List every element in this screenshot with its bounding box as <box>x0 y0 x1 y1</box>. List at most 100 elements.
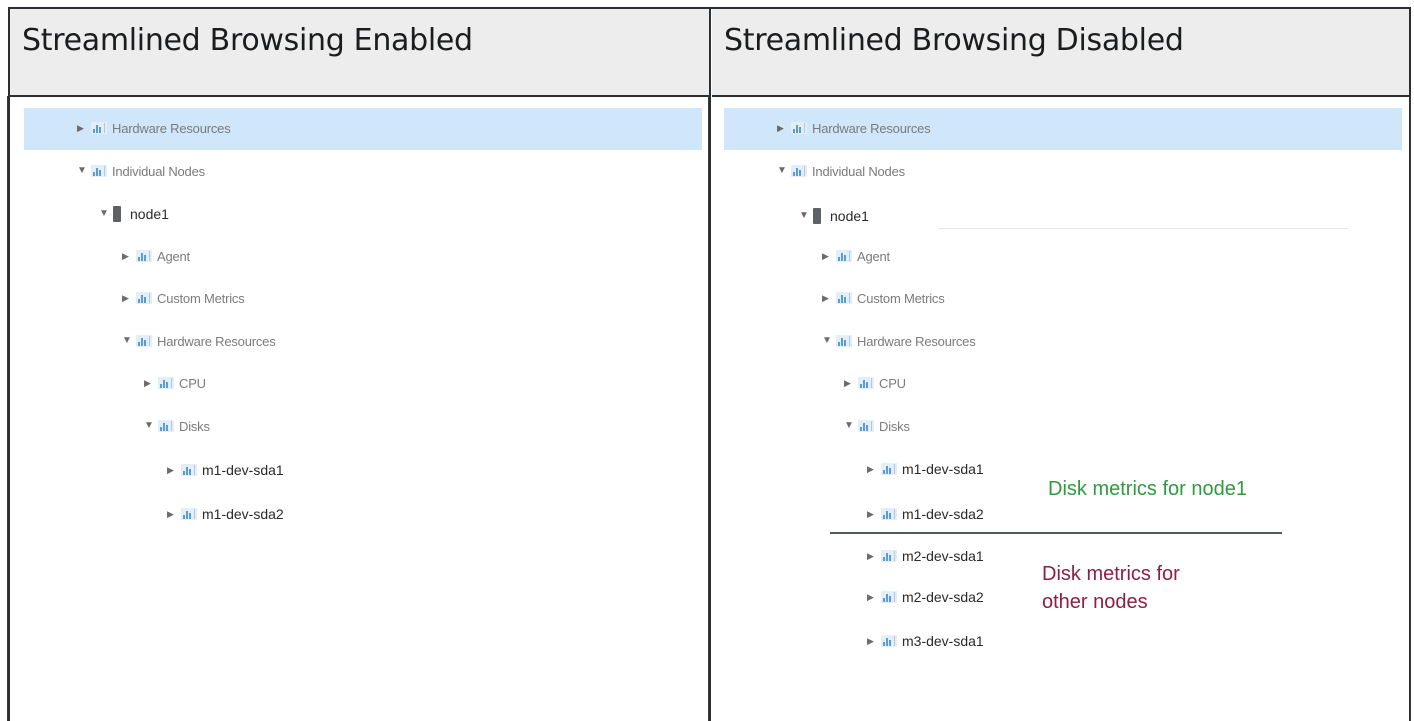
triangle-down-icon[interactable]: ▼ <box>777 166 789 176</box>
triangle-right-icon[interactable]: ▶ <box>867 592 879 602</box>
header-enabled-title: Streamlined Browsing Enabled <box>22 23 473 58</box>
tree-item-m1-dev-sda1[interactable]: ▶ m1-dev-sda1 <box>167 460 284 480</box>
triangle-right-icon[interactable]: ▶ <box>77 123 89 133</box>
triangle-right-icon[interactable]: ▶ <box>167 465 179 475</box>
tree-item-hardware-resources-node[interactable]: ▼ Hardware Resources <box>122 331 276 351</box>
tree-item-label: Individual Nodes <box>112 163 205 179</box>
tree-item-node1[interactable]: ▼ node1 <box>99 204 169 224</box>
triangle-right-icon[interactable]: ▶ <box>844 378 856 388</box>
triangle-down-icon[interactable]: ▼ <box>77 166 89 176</box>
tree-item-label: m2-dev-sda1 <box>902 548 984 564</box>
tree-item-label: Hardware Resources <box>112 120 231 136</box>
tree-item-label: Agent <box>857 248 890 264</box>
tree-item-label: Agent <box>157 248 190 264</box>
tree-item-label: m1-dev-sda1 <box>202 462 284 478</box>
tree-panel-disabled: ▶ Hardware Resources ▼ Individual Nodes … <box>710 97 1409 721</box>
tree-item-label: Disks <box>879 418 910 434</box>
annotation-other-nodes-disks: Disk metrics for other nodes <box>1042 560 1180 616</box>
tree-item-disks[interactable]: ▼ Disks <box>844 416 910 436</box>
triangle-right-icon[interactable]: ▶ <box>777 123 789 133</box>
triangle-right-icon[interactable]: ▶ <box>122 251 134 261</box>
tree-item-hardware-resources[interactable]: ▶ Hardware Resources <box>777 118 931 138</box>
tree-item-label: CPU <box>879 375 906 391</box>
tree-item-m1-dev-sda2[interactable]: ▶ m1-dev-sda2 <box>867 504 984 524</box>
triangle-right-icon[interactable]: ▶ <box>822 293 834 303</box>
triangle-right-icon[interactable]: ▶ <box>867 551 879 561</box>
node-group-separator <box>830 532 1282 534</box>
tree-item-label: m2-dev-sda2 <box>902 589 984 605</box>
tree-item-label: Hardware Resources <box>157 333 276 349</box>
tree-item-agent[interactable]: ▶ Agent <box>122 246 190 266</box>
triangle-right-icon[interactable]: ▶ <box>867 509 879 519</box>
metric-folder-icon <box>858 377 874 389</box>
tree-item-label: node1 <box>130 206 169 222</box>
header-enabled: Streamlined Browsing Enabled <box>10 9 710 97</box>
tree-item-m1-dev-sda1[interactable]: ▶ m1-dev-sda1 <box>867 459 984 479</box>
row-separator <box>938 228 1348 229</box>
triangle-right-icon[interactable]: ▶ <box>822 251 834 261</box>
metric-folder-icon <box>136 250 152 262</box>
tree-item-label: Hardware Resources <box>857 333 976 349</box>
tree-item-custom-metrics[interactable]: ▶ Custom Metrics <box>122 288 245 308</box>
triangle-down-icon[interactable]: ▼ <box>799 211 811 221</box>
server-icon <box>113 206 121 222</box>
server-icon <box>813 208 821 224</box>
annotation-line: other nodes <box>1042 591 1148 613</box>
triangle-right-icon[interactable]: ▶ <box>122 293 134 303</box>
panel-border-left <box>7 96 8 721</box>
metric-folder-icon <box>881 550 897 562</box>
tree-item-hardware-resources[interactable]: ▶ Hardware Resources <box>77 118 231 138</box>
triangle-right-icon[interactable]: ▶ <box>144 378 156 388</box>
metric-folder-icon <box>181 508 197 520</box>
tree-panel-enabled: ▶ Hardware Resources ▼ Individual Nodes … <box>10 97 707 721</box>
metric-folder-icon <box>136 292 152 304</box>
triangle-right-icon[interactable]: ▶ <box>167 509 179 519</box>
metric-folder-icon <box>836 335 852 347</box>
metric-folder-icon <box>91 122 107 134</box>
annotation-node1-disks: Disk metrics for node1 <box>1048 478 1247 500</box>
triangle-down-icon[interactable]: ▼ <box>122 336 134 346</box>
tree-item-disks[interactable]: ▼ Disks <box>144 416 210 436</box>
tree-item-label: Disks <box>179 418 210 434</box>
tree-item-label: m1-dev-sda2 <box>902 506 984 522</box>
triangle-down-icon[interactable]: ▼ <box>822 336 834 346</box>
metric-folder-icon <box>858 420 874 432</box>
tree-item-m1-dev-sda2[interactable]: ▶ m1-dev-sda2 <box>167 504 284 524</box>
triangle-down-icon[interactable]: ▼ <box>844 421 856 431</box>
tree-item-label: CPU <box>179 375 206 391</box>
tree-item-cpu[interactable]: ▶ CPU <box>144 373 206 393</box>
panel-border-middle <box>708 96 709 721</box>
triangle-right-icon[interactable]: ▶ <box>867 636 879 646</box>
tree-item-cpu[interactable]: ▶ CPU <box>844 373 906 393</box>
metric-folder-icon <box>836 250 852 262</box>
tree-item-individual-nodes[interactable]: ▼ Individual Nodes <box>777 161 905 181</box>
tree-item-m2-dev-sda1[interactable]: ▶ m2-dev-sda1 <box>867 546 984 566</box>
metric-folder-icon <box>881 635 897 647</box>
header-disabled: Streamlined Browsing Disabled <box>712 9 1409 97</box>
triangle-down-icon[interactable]: ▼ <box>99 209 111 219</box>
triangle-right-icon[interactable]: ▶ <box>867 464 879 474</box>
metric-folder-icon <box>91 165 107 177</box>
panel-border-right <box>1410 96 1411 721</box>
metric-folder-icon <box>881 591 897 603</box>
metric-folder-icon <box>881 508 897 520</box>
header-disabled-title: Streamlined Browsing Disabled <box>724 23 1184 58</box>
tree-item-custom-metrics[interactable]: ▶ Custom Metrics <box>822 288 945 308</box>
tree-item-node1[interactable]: ▼ node1 <box>799 206 869 226</box>
metric-folder-icon <box>791 122 807 134</box>
tree-item-agent[interactable]: ▶ Agent <box>822 246 890 266</box>
tree-item-m3-dev-sda1[interactable]: ▶ m3-dev-sda1 <box>867 631 984 651</box>
tree-item-m2-dev-sda2[interactable]: ▶ m2-dev-sda2 <box>867 587 984 607</box>
metric-folder-icon <box>881 463 897 475</box>
triangle-down-icon[interactable]: ▼ <box>144 421 156 431</box>
metric-folder-icon <box>136 335 152 347</box>
tree-item-hardware-resources-node[interactable]: ▼ Hardware Resources <box>822 331 976 351</box>
tree-item-label: Custom Metrics <box>157 290 245 306</box>
tree-item-label: Custom Metrics <box>857 290 945 306</box>
tree-item-label: m1-dev-sda2 <box>202 506 284 522</box>
metric-folder-icon <box>836 292 852 304</box>
metric-folder-icon <box>181 464 197 476</box>
tree-item-label: m3-dev-sda1 <box>902 633 984 649</box>
tree-item-individual-nodes[interactable]: ▼ Individual Nodes <box>77 161 205 181</box>
annotation-line: Disk metrics for <box>1042 563 1180 585</box>
